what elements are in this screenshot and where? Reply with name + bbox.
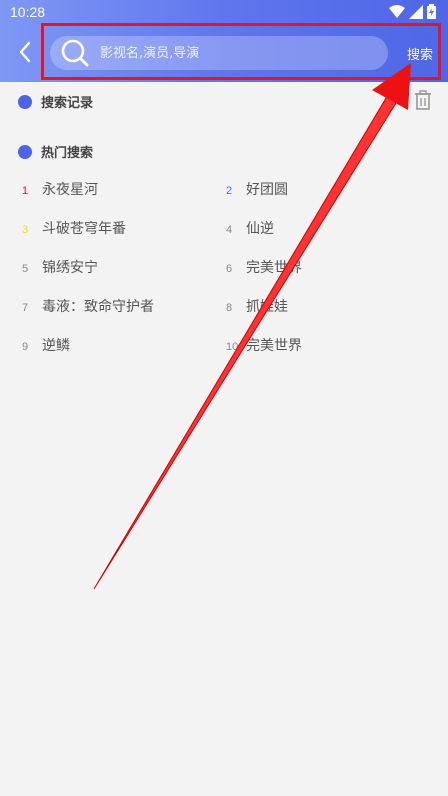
hot-dot-icon xyxy=(18,144,32,159)
search-input[interactable] xyxy=(100,36,380,70)
hot-search-item[interactable]: 6 完美世界 xyxy=(226,257,302,277)
hot-search-item[interactable]: 2 好团圆 xyxy=(226,179,288,199)
hot-search-rank: 1 xyxy=(22,185,29,197)
status-icons xyxy=(389,4,436,19)
search-history-header: 搜索记录 xyxy=(18,92,93,111)
hot-search-item[interactable]: 9 逆鳞 xyxy=(22,335,70,355)
status-time: 10:28 xyxy=(10,4,46,20)
hot-search-rank: 7 xyxy=(22,302,29,314)
hot-search-item[interactable]: 8 抓娃娃 xyxy=(226,296,288,316)
hot-search-item[interactable]: 5 锦绣安宁 xyxy=(22,257,98,277)
hot-search-label: 永夜星河 xyxy=(42,182,98,198)
trash-icon[interactable] xyxy=(414,90,432,110)
hot-search-rank: 2 xyxy=(226,185,233,197)
search-icon xyxy=(61,39,89,67)
hot-search-item[interactable]: 4 仙逆 xyxy=(226,218,274,238)
hot-search-item[interactable]: 7 毒液：致命守护者 xyxy=(22,296,154,316)
hot-search-rank: 10 xyxy=(226,341,239,353)
hot-search-label: 完美世界 xyxy=(246,260,302,276)
signal-icon xyxy=(409,4,423,19)
back-arrow-icon[interactable] xyxy=(14,40,38,64)
hot-search-rank: 8 xyxy=(226,302,233,314)
red-arrow-annotation xyxy=(93,63,411,590)
hot-search-label: 仙逆 xyxy=(246,221,274,237)
status-bar: 10:28 xyxy=(0,0,448,24)
hot-search-rank: 3 xyxy=(22,224,29,236)
hot-search-label: 毒液：致命守护者 xyxy=(42,299,154,315)
hot-search-item[interactable]: 1 永夜星河 xyxy=(22,179,98,199)
hot-search-rank: 4 xyxy=(226,224,233,236)
hot-search-header: 热门搜索 xyxy=(18,142,93,161)
hot-search-label: 逆鳞 xyxy=(42,338,70,354)
hot-search-rank: 5 xyxy=(22,263,29,275)
history-dot-icon xyxy=(18,94,32,109)
top-header: 10:28 搜索 xyxy=(0,0,448,82)
search-box[interactable] xyxy=(50,36,388,70)
hot-search-rank: 9 xyxy=(22,341,29,353)
hot-search-rank: 6 xyxy=(226,263,233,275)
search-button[interactable]: 搜索 xyxy=(400,43,440,63)
hot-search-title: 热门搜索 xyxy=(41,146,94,161)
hot-search-label: 斗破苍穹年番 xyxy=(42,221,126,237)
hot-search-label: 好团圆 xyxy=(246,182,288,198)
battery-icon xyxy=(427,4,436,19)
wifi-icon xyxy=(389,4,405,18)
hot-search-label: 完美世界 xyxy=(246,338,302,354)
hot-search-item[interactable]: 10 完美世界 xyxy=(226,335,302,355)
search-history-title: 搜索记录 xyxy=(41,96,94,111)
hot-search-label: 锦绣安宁 xyxy=(42,260,98,276)
hot-search-item[interactable]: 3 斗破苍穹年番 xyxy=(22,218,126,238)
hot-search-label: 抓娃娃 xyxy=(246,299,288,315)
